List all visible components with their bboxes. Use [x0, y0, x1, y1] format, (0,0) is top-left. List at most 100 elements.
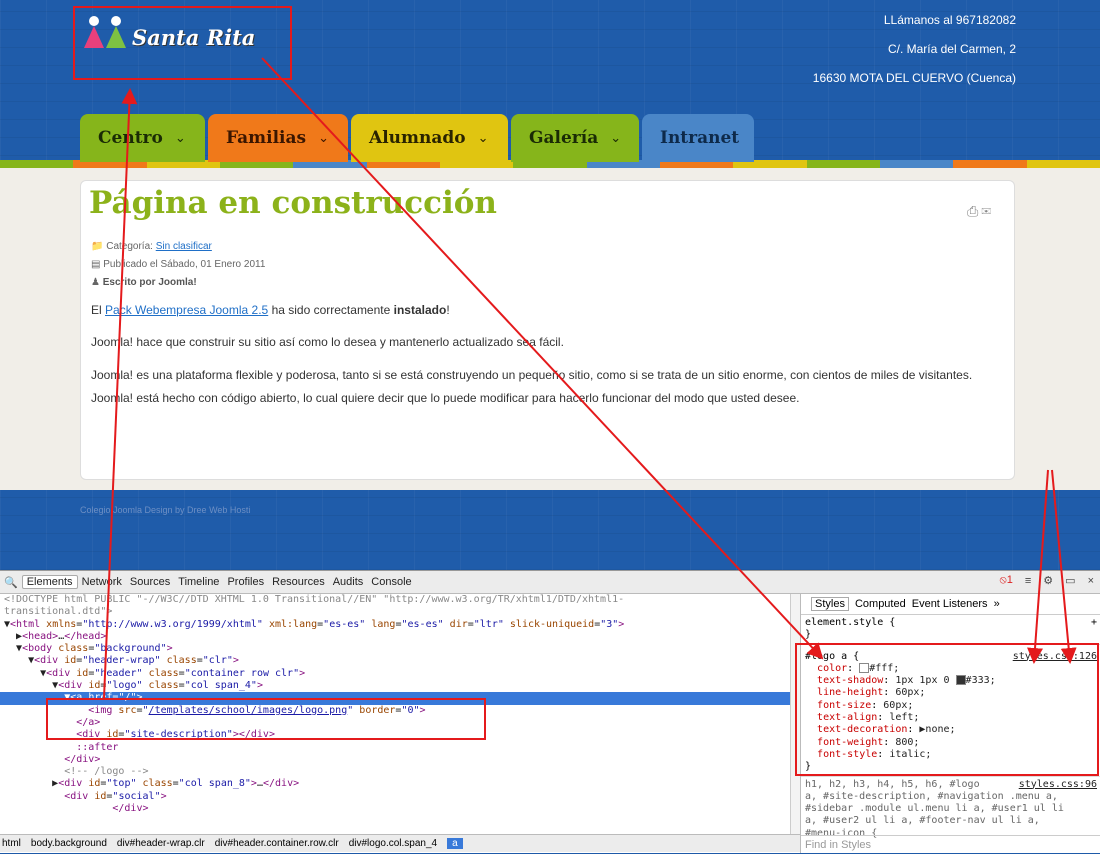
logo-text: Santa Rita — [132, 24, 256, 50]
tab-resources[interactable]: Resources — [268, 576, 329, 588]
dom-line-body[interactable]: ▼<body class="background"> — [0, 643, 790, 655]
site-logo-link[interactable]: Santa Rita — [84, 12, 284, 62]
crumb-body[interactable]: body.background — [31, 838, 107, 849]
chevron-down-icon: ⌄ — [610, 130, 622, 146]
contact-address: C/. María del Carmen, 2 — [887, 42, 1016, 56]
img-src-link[interactable]: /templates/school/images/logo.png — [149, 705, 348, 716]
prop-name[interactable]: text-shadow — [817, 675, 883, 686]
add-rule-icon[interactable]: + — [1091, 617, 1097, 629]
dom-line-site-description[interactable]: <div id="site-description"></div> — [0, 729, 790, 741]
dom-line-after[interactable]: ::after — [0, 742, 790, 754]
nav-item-familias[interactable]: Familias ⌄ — [208, 114, 348, 162]
tab-elements[interactable]: Elements — [21, 575, 78, 589]
dom-line-anchor-selected[interactable]: ▼<a href="/"> — [0, 692, 790, 705]
prop-value[interactable]: 800; — [895, 737, 919, 748]
nav-label: Familias — [226, 128, 307, 148]
prop-name[interactable]: text-align — [817, 712, 877, 723]
tab-console[interactable]: Console — [367, 576, 415, 588]
dock-icon[interactable]: ▭ — [1065, 574, 1075, 587]
dom-line-anchor-close[interactable]: </a> — [0, 717, 790, 729]
styles-tabs: Styles Computed Event Listeners » — [801, 594, 1100, 615]
find-in-styles-input[interactable]: Find in Styles — [801, 835, 1100, 853]
crumb-logo[interactable]: div#logo.col.span_4 — [349, 838, 437, 849]
user-icon: ♟ — [91, 277, 100, 288]
dom-line-top[interactable]: ▶<div id="top" class="col span_8">…</div… — [0, 778, 790, 790]
tab-network[interactable]: Network — [78, 576, 126, 588]
tab-computed[interactable]: Computed — [855, 598, 906, 610]
rule-source-link[interactable]: styles.css:126 — [1013, 651, 1097, 663]
tab-audits[interactable]: Audits — [329, 576, 368, 588]
tab-profiles[interactable]: Profiles — [223, 576, 268, 588]
nav-item-galeria[interactable]: Galería ⌄ — [511, 114, 639, 162]
more-tabs-icon[interactable]: » — [994, 598, 1000, 610]
error-count: 1 — [1006, 574, 1013, 586]
close-icon[interactable]: × — [1088, 575, 1094, 587]
tab-event-listeners[interactable]: Event Listeners — [912, 598, 988, 610]
crumb-html[interactable]: html — [2, 838, 21, 849]
nav-item-alumnado[interactable]: Alumnado ⌄ — [351, 114, 508, 162]
prop-name[interactable]: text-decoration — [817, 724, 907, 735]
console-drawer-icon[interactable]: ≡ — [1025, 575, 1031, 587]
nav-label: Alumnado — [369, 128, 466, 148]
folder-icon: 📁 — [91, 241, 104, 252]
dom-line-doctype-cont[interactable]: transitional.dtd"> — [0, 606, 790, 618]
pack-link[interactable]: Pack Webempresa Joomla 2.5 — [105, 303, 268, 317]
dom-line-html[interactable]: ▼<html xmlns="http://www.w3.org/1999/xht… — [0, 619, 790, 631]
nav-item-centro[interactable]: Centro ⌄ — [80, 114, 205, 162]
contact-info: LLámanos al 967182082 C/. María del Carm… — [813, 10, 1016, 97]
prop-value[interactable]: #333; — [966, 675, 996, 686]
author-text: Escrito por Joomla! — [102, 277, 197, 288]
prop-value[interactable]: #fff; — [869, 663, 899, 674]
gear-icon[interactable]: ⚙ — [1043, 574, 1053, 587]
styles-pane: Styles Computed Event Listeners » elemen… — [800, 594, 1100, 853]
inspect-icon[interactable]: 🔍 — [0, 576, 22, 589]
logo-a-rule[interactable]: styles.css:126 #logo a { color: #fff; tex… — [801, 645, 1100, 777]
prop-name[interactable]: color — [817, 663, 847, 674]
prop-name[interactable]: font-weight — [817, 737, 883, 748]
dom-line-div-close[interactable]: </div> — [0, 754, 790, 766]
crumb-header[interactable]: div#header.container.row.clr — [215, 838, 339, 849]
page-title: Página en construcción — [89, 185, 497, 221]
dom-line-head[interactable]: ▶<head>…</head> — [0, 631, 790, 643]
footer-credit: Colegio Joomla Design by Dree Web Hosti — [80, 505, 251, 515]
devtools-panel: 🔍 Elements Network Sources Timeline Prof… — [0, 570, 1100, 853]
dom-line-header-wrap[interactable]: ▼<div id="header-wrap" class="clr"> — [0, 655, 790, 667]
dom-line-social-close[interactable]: </div> — [0, 803, 790, 815]
rule2-source-link[interactable]: styles.css:96 — [1019, 779, 1097, 791]
print-email-icons[interactable]: ⎙✉ — [967, 203, 994, 220]
dom-line-comment[interactable]: <!-- /logo --> — [0, 766, 790, 778]
tab-styles[interactable]: Styles — [811, 597, 849, 611]
dom-line-img[interactable]: <img src="/templates/school/images/logo.… — [0, 705, 790, 717]
prop-value[interactable]: 60px; — [883, 700, 913, 711]
crumb-a[interactable]: a — [447, 838, 463, 849]
nav-item-intranet[interactable]: Intranet — [642, 114, 754, 162]
prop-value[interactable]: 60px; — [895, 687, 925, 698]
prop-value[interactable]: left; — [889, 712, 919, 723]
prop-value[interactable]: 1px 1px 0 — [895, 675, 955, 686]
prop-name[interactable]: font-style — [817, 749, 877, 760]
dom-breadcrumb: html body.background div#header-wrap.clr… — [0, 834, 800, 852]
dom-line-social[interactable]: <div id="social"> — [0, 791, 790, 803]
heading-rule[interactable]: styles.css:96 h1, h2, h3, h4, h5, h6, #lo… — [801, 777, 1100, 842]
chevron-down-icon: ⌄ — [477, 130, 489, 146]
tab-sources[interactable]: Sources — [126, 576, 174, 588]
prop-value[interactable]: ▶none; — [919, 724, 955, 735]
color-swatch[interactable] — [859, 662, 870, 673]
error-count-badge[interactable]: ⦸1 — [1000, 574, 1013, 587]
dom-line-header[interactable]: ▼<div id="header" class="container row c… — [0, 668, 790, 680]
paragraph-2: Joomla! hace que construir su sitio así … — [91, 335, 564, 349]
prop-value[interactable]: italic; — [889, 749, 931, 760]
element-style-rule[interactable]: element.style {+ } — [801, 615, 1100, 645]
p1-bold: instalado — [393, 303, 447, 317]
crumb-header-wrap[interactable]: div#header-wrap.clr — [117, 838, 205, 849]
prop-name[interactable]: font-size — [817, 700, 871, 711]
dom-line-doctype[interactable]: <!DOCTYPE html PUBLIC "-//W3C//DTD XHTML… — [0, 594, 790, 606]
tab-timeline[interactable]: Timeline — [174, 576, 223, 588]
category-link[interactable]: Sin clasificar — [156, 241, 212, 252]
prop-name[interactable]: line-height — [817, 687, 883, 698]
category-label: Categoría: — [106, 241, 153, 252]
color-swatch[interactable] — [955, 675, 966, 686]
dom-line-logo[interactable]: ▼<div id="logo" class="col span_4"> — [0, 680, 790, 692]
dom-tree[interactable]: <!DOCTYPE html PUBLIC "-//W3C//DTD XHTML… — [0, 594, 790, 834]
chevron-down-icon: ⌄ — [318, 130, 330, 146]
